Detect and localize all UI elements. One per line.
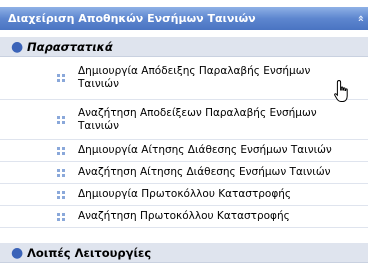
menu-panel: Διαχείριση Αποθηκών Ενσήμων Ταινιών » ● …	[0, 0, 368, 263]
section-title: Λοιπές Λειτουργίες	[27, 246, 152, 260]
menu-item-create-protocol[interactable]: Δημιουργία Πρωτοκόλλου Καταστροφής	[0, 184, 368, 206]
bullet-icon: ●	[11, 245, 24, 261]
section-parastatika[interactable]: ● Παραστατικά	[0, 37, 368, 57]
grid-dots-icon	[57, 191, 65, 199]
menu-item-label: Αναζήτηση Πρωτοκόλλου Καταστροφής	[78, 210, 290, 222]
collapse-icon[interactable]: »	[349, 15, 368, 22]
grid-dots-icon	[57, 213, 65, 221]
menu-item-create-request[interactable]: Δημιουργία Αίτησης Διάθεσης Ενσήμων Ταιν…	[0, 140, 368, 162]
menu-item-search-receipts[interactable]: Αναζήτηση Αποδείξεων Παραλαβής Ενσήμων Τ…	[0, 100, 368, 140]
menu-item-label: Αναζήτηση Αποδείξεων Παραλαβής Ενσήμων Τ…	[78, 107, 317, 132]
menu-item-create-receipt[interactable]: Δημιουργία Απόδειξης Παραλαβής Ενσήμων Τ…	[0, 57, 368, 100]
panel-title: Διαχείριση Αποθηκών Ενσήμων Ταινιών	[8, 12, 256, 25]
section-other-functions[interactable]: ● Λοιπές Λειτουργίες	[0, 243, 368, 263]
grid-dots-icon	[57, 74, 65, 82]
menu-item-label: Δημιουργία Πρωτοκόλλου Καταστροφής	[78, 188, 292, 200]
grid-dots-icon	[57, 169, 65, 177]
section-title: Παραστατικά	[27, 40, 113, 54]
menu-item-label: Αναζήτηση Αίτησης Διάθεσης Ενσήμων Ταινι…	[78, 166, 331, 178]
grid-dots-icon	[57, 116, 65, 124]
bullet-icon: ●	[11, 39, 24, 55]
hand-pointer-cursor	[334, 79, 348, 102]
menu-item-label: Δημιουργία Αίτησης Διάθεσης Ενσήμων Ταιν…	[78, 144, 332, 156]
menu-item-search-protocol[interactable]: Αναζήτηση Πρωτοκόλλου Καταστροφής	[0, 206, 368, 228]
panel-header[interactable]: Διαχείριση Αποθηκών Ενσήμων Ταινιών »	[0, 7, 368, 30]
grid-dots-icon	[57, 147, 65, 155]
menu-item-search-request[interactable]: Αναζήτηση Αίτησης Διάθεσης Ενσήμων Ταινι…	[0, 162, 368, 184]
menu-item-label: Δημιουργία Απόδειξης Παραλαβής Ενσήμων Τ…	[78, 65, 311, 90]
